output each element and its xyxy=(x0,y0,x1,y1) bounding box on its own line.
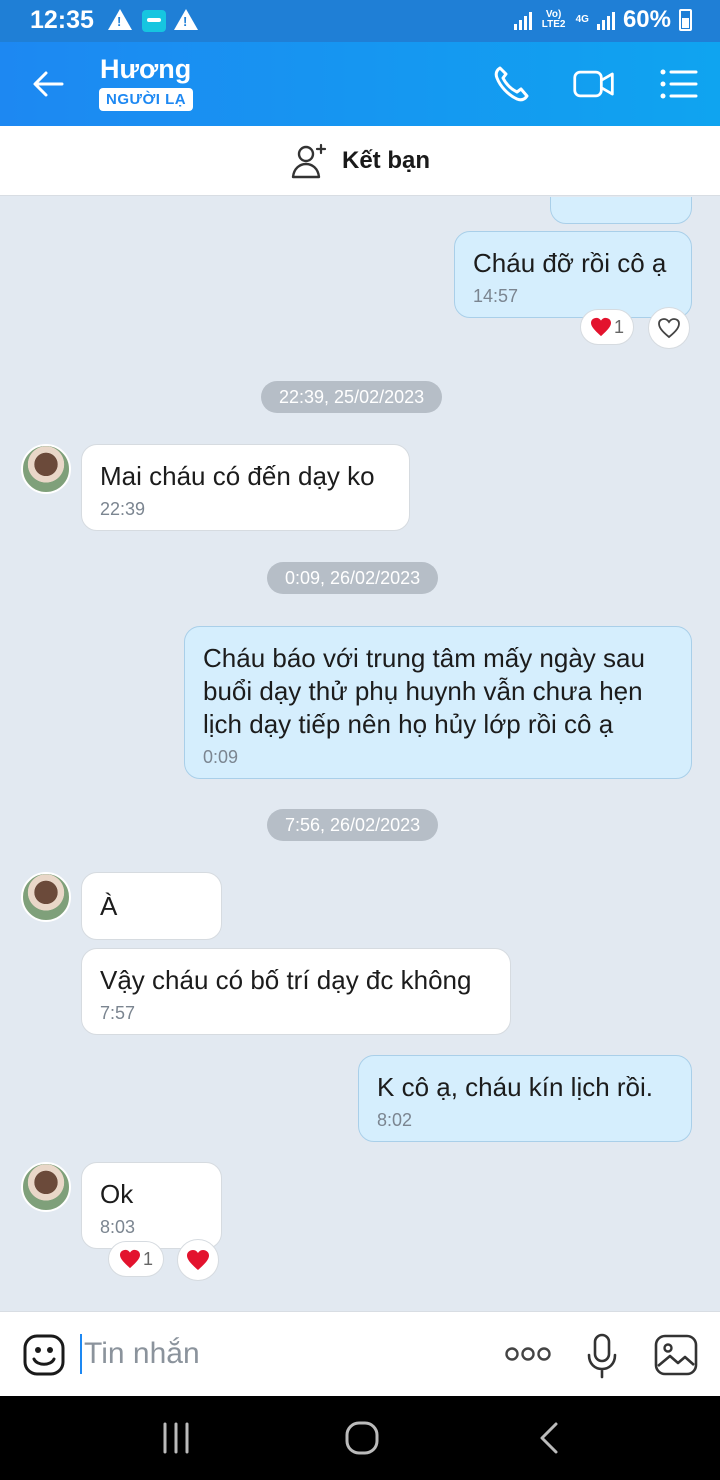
heart-outline-icon xyxy=(658,318,680,339)
message-text: Cháu báo với trung tâm mấy ngày sau buổi… xyxy=(203,643,645,739)
date-separator: 7:56, 26/02/2023 xyxy=(267,809,439,841)
message-text: Vậy cháu có bố trí dạy đc không xyxy=(100,965,472,995)
signal-icon xyxy=(596,10,615,30)
message-bubble-out[interactable]: K cô ạ, cháu kín lịch rồi. 8:02 xyxy=(358,1055,692,1142)
message-time: 14:57 xyxy=(473,286,519,306)
message-input-bar: Tin nhắn xyxy=(0,1311,720,1396)
message-text: Cháu đỡ rồi cô ạ xyxy=(473,248,667,278)
back-nav-icon[interactable] xyxy=(530,1420,570,1456)
android-nav-bar xyxy=(0,1396,720,1480)
recent-apps-icon[interactable] xyxy=(158,1420,198,1456)
message-text: À xyxy=(100,891,118,921)
status-time: 12:35 xyxy=(30,6,94,34)
date-separator: 22:39, 25/02/2023 xyxy=(261,381,443,413)
message-time: 8:03 xyxy=(100,1217,136,1237)
message-bubble-out[interactable]: Cháu đỡ rồi cô ạ 14:57 xyxy=(454,231,692,318)
message-time: 0:09 xyxy=(203,747,239,767)
home-icon[interactable] xyxy=(342,1420,382,1456)
reaction-number: 1 xyxy=(613,316,624,337)
message-input[interactable]: Tin nhắn xyxy=(80,1334,460,1374)
message-bubble-out[interactable]: Cháu báo với trung tâm mấy ngày sau buổi… xyxy=(184,626,692,779)
add-friend-bar[interactable]: Kết bạn xyxy=(0,126,720,196)
warning-icon xyxy=(108,9,132,30)
4g-label: 4G xyxy=(575,14,589,25)
emoji-sticker-icon[interactable] xyxy=(22,1333,66,1377)
heart-icon xyxy=(590,317,611,337)
warning-icon xyxy=(174,9,198,30)
heart-icon xyxy=(119,1249,140,1269)
react-button[interactable] xyxy=(648,307,690,349)
message-bubble-in[interactable]: Ok 8:03 xyxy=(81,1162,222,1249)
add-user-icon xyxy=(291,143,327,178)
reaction-count[interactable]: 1 xyxy=(580,309,634,345)
menu-list-icon[interactable] xyxy=(656,62,700,106)
message-time: 7:57 xyxy=(100,1003,136,1023)
avatar[interactable] xyxy=(21,444,71,494)
microphone-icon[interactable] xyxy=(586,1333,618,1379)
phone-call-icon[interactable] xyxy=(490,62,534,106)
message-text: K cô ạ, cháu kín lịch rồi. xyxy=(377,1072,654,1102)
vpn-key-icon xyxy=(142,10,166,32)
message-bubble-in[interactable]: Vậy cháu có bố trí dạy đc không 7:57 xyxy=(81,948,511,1035)
message-bubble-in[interactable]: À xyxy=(81,872,222,940)
message-text: Mai cháu có đến dạy ko xyxy=(100,461,375,491)
stranger-badge: NGƯỜI LẠ xyxy=(99,88,194,111)
heart-icon xyxy=(187,1250,209,1270)
contact-name[interactable]: Hương xyxy=(100,54,191,85)
status-bar: 12:35 Vo) LTE2 4G 60% xyxy=(0,0,720,42)
message-bubble-in[interactable]: Mai cháu có đến dạy ko 22:39 xyxy=(81,444,410,531)
back-arrow-icon[interactable] xyxy=(28,64,68,104)
message-bubble-out-partial[interactable] xyxy=(550,197,692,224)
avatar[interactable] xyxy=(21,872,71,922)
add-friend-label: Kết bạn xyxy=(341,146,430,174)
video-call-icon[interactable] xyxy=(572,62,616,106)
reaction-count[interactable]: 1 xyxy=(108,1241,164,1277)
chat-messages[interactable]: Cháu đỡ rồi cô ạ 14:57 1 22:39, 25/02/20… xyxy=(0,197,720,1311)
reaction-number: 1 xyxy=(142,1248,153,1269)
status-right: Vo) LTE2 4G 60% xyxy=(513,6,692,34)
battery-percent: 60% xyxy=(622,6,671,33)
react-button[interactable] xyxy=(177,1239,219,1281)
image-gallery-icon[interactable] xyxy=(654,1334,698,1376)
message-text: Ok xyxy=(100,1179,134,1209)
lte-label: Vo) LTE2 xyxy=(541,9,566,30)
message-time: 22:39 xyxy=(100,499,146,519)
chat-header: Hương NGƯỜI LẠ xyxy=(0,42,720,126)
more-options-icon[interactable] xyxy=(504,1346,552,1362)
message-time: 8:02 xyxy=(377,1110,413,1130)
avatar[interactable] xyxy=(21,1162,71,1212)
date-separator: 0:09, 26/02/2023 xyxy=(267,562,439,594)
battery-icon xyxy=(679,9,692,31)
signal-icon xyxy=(513,10,532,30)
